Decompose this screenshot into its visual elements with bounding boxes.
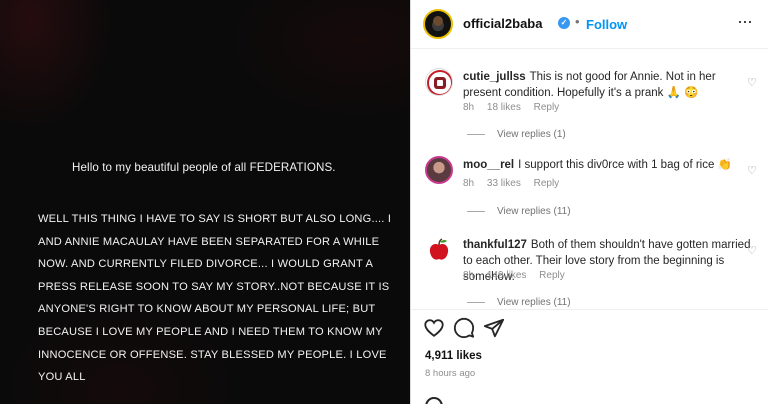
post-likes-count[interactable]: 4,911 likes [425, 350, 482, 362]
view-replies-button[interactable]: View replies (1) [467, 129, 566, 140]
separator-dot: • [575, 14, 580, 29]
comment-time: 8h [463, 270, 475, 281]
action-bar [411, 311, 768, 345]
comment-meta: 8h 33 likes Reply [463, 178, 569, 189]
view-replies-label: View replies (11) [497, 206, 571, 217]
apple-avatar-graphic [429, 238, 449, 260]
comment-time: 8h [463, 102, 475, 113]
more-options-icon[interactable]: ··· [737, 11, 753, 32]
reply-button[interactable]: Reply [534, 178, 560, 189]
comment-username[interactable]: thankful127 [463, 239, 527, 251]
comment-time: 8h [463, 178, 475, 189]
heart-icon-graphic [424, 319, 444, 337]
reply-button[interactable]: Reply [534, 102, 560, 113]
comment-icon-graphic [453, 317, 475, 339]
author-avatar[interactable] [423, 9, 453, 39]
comment-likes[interactable]: 33 likes [487, 178, 521, 189]
comment-body: I support this div0rce with 1 bag of ric… [518, 159, 732, 171]
story-greeting: Hello to my beautiful people of all FEDE… [72, 161, 336, 174]
comment-item: moo__rel I support this div0rce with 1 ba… [411, 156, 768, 220]
story-image: Hello to my beautiful people of all FEDE… [0, 0, 410, 404]
comment-username[interactable]: moo__rel [463, 159, 514, 171]
share-icon[interactable] [483, 317, 505, 344]
view-replies-button[interactable]: View replies (11) [467, 297, 571, 308]
commenter-avatar[interactable] [425, 68, 453, 96]
replies-line [467, 210, 485, 212]
follow-button[interactable]: Follow [586, 17, 627, 32]
emoji-icon[interactable] [425, 394, 443, 404]
verified-badge-icon: ✓ [558, 17, 570, 29]
share-icon-graphic [483, 318, 505, 338]
comment-text-block: cutie_jullss This is not good for Annie. … [463, 69, 753, 101]
header-divider [411, 48, 768, 49]
comment-likes[interactable]: 149 likes [487, 270, 526, 281]
reply-button[interactable]: Reply [539, 270, 565, 281]
view-replies-label: View replies (11) [497, 297, 571, 308]
comment-likes[interactable]: 18 likes [487, 102, 521, 113]
commenter-avatar[interactable] [425, 236, 453, 264]
comment-icon[interactable] [453, 317, 475, 344]
post-timestamp: 8 hours ago [425, 368, 476, 379]
story-message: WELL THIS THING I HAVE TO SAY IS SHORT B… [38, 213, 392, 384]
view-replies-label: View replies (1) [497, 129, 566, 140]
comment-item: thankful127 Both of them shouldn't have g… [411, 236, 768, 310]
comment-username[interactable]: cutie_jullss [463, 71, 526, 83]
comment-item: cutie_jullss This is not good for Annie. … [411, 68, 768, 142]
heart-icon[interactable] [423, 317, 445, 344]
commenter-avatar-graphic [427, 70, 452, 95]
emoji-icon-graphic [425, 396, 443, 404]
comment-meta: 8h 18 likes Reply [463, 102, 569, 113]
post-header: official2baba ✓ • Follow ··· [411, 0, 768, 48]
comment-like-icon[interactable]: ♡ [747, 164, 757, 177]
comment-meta: 8h 149 likes Reply [463, 270, 575, 281]
replies-line [467, 301, 485, 303]
comment-text-block: moo__rel I support this div0rce with 1 ba… [463, 157, 753, 173]
actions-divider [411, 309, 768, 310]
commenter-avatar[interactable] [425, 156, 453, 184]
view-replies-button[interactable]: View replies (11) [467, 206, 571, 217]
comment-like-icon[interactable]: ♡ [747, 76, 757, 89]
comment-like-icon[interactable]: ♡ [747, 244, 757, 257]
replies-line [467, 133, 485, 135]
author-username[interactable]: official2baba [463, 16, 542, 31]
post-panel: official2baba ✓ • Follow ··· cutie_julls… [411, 0, 768, 404]
